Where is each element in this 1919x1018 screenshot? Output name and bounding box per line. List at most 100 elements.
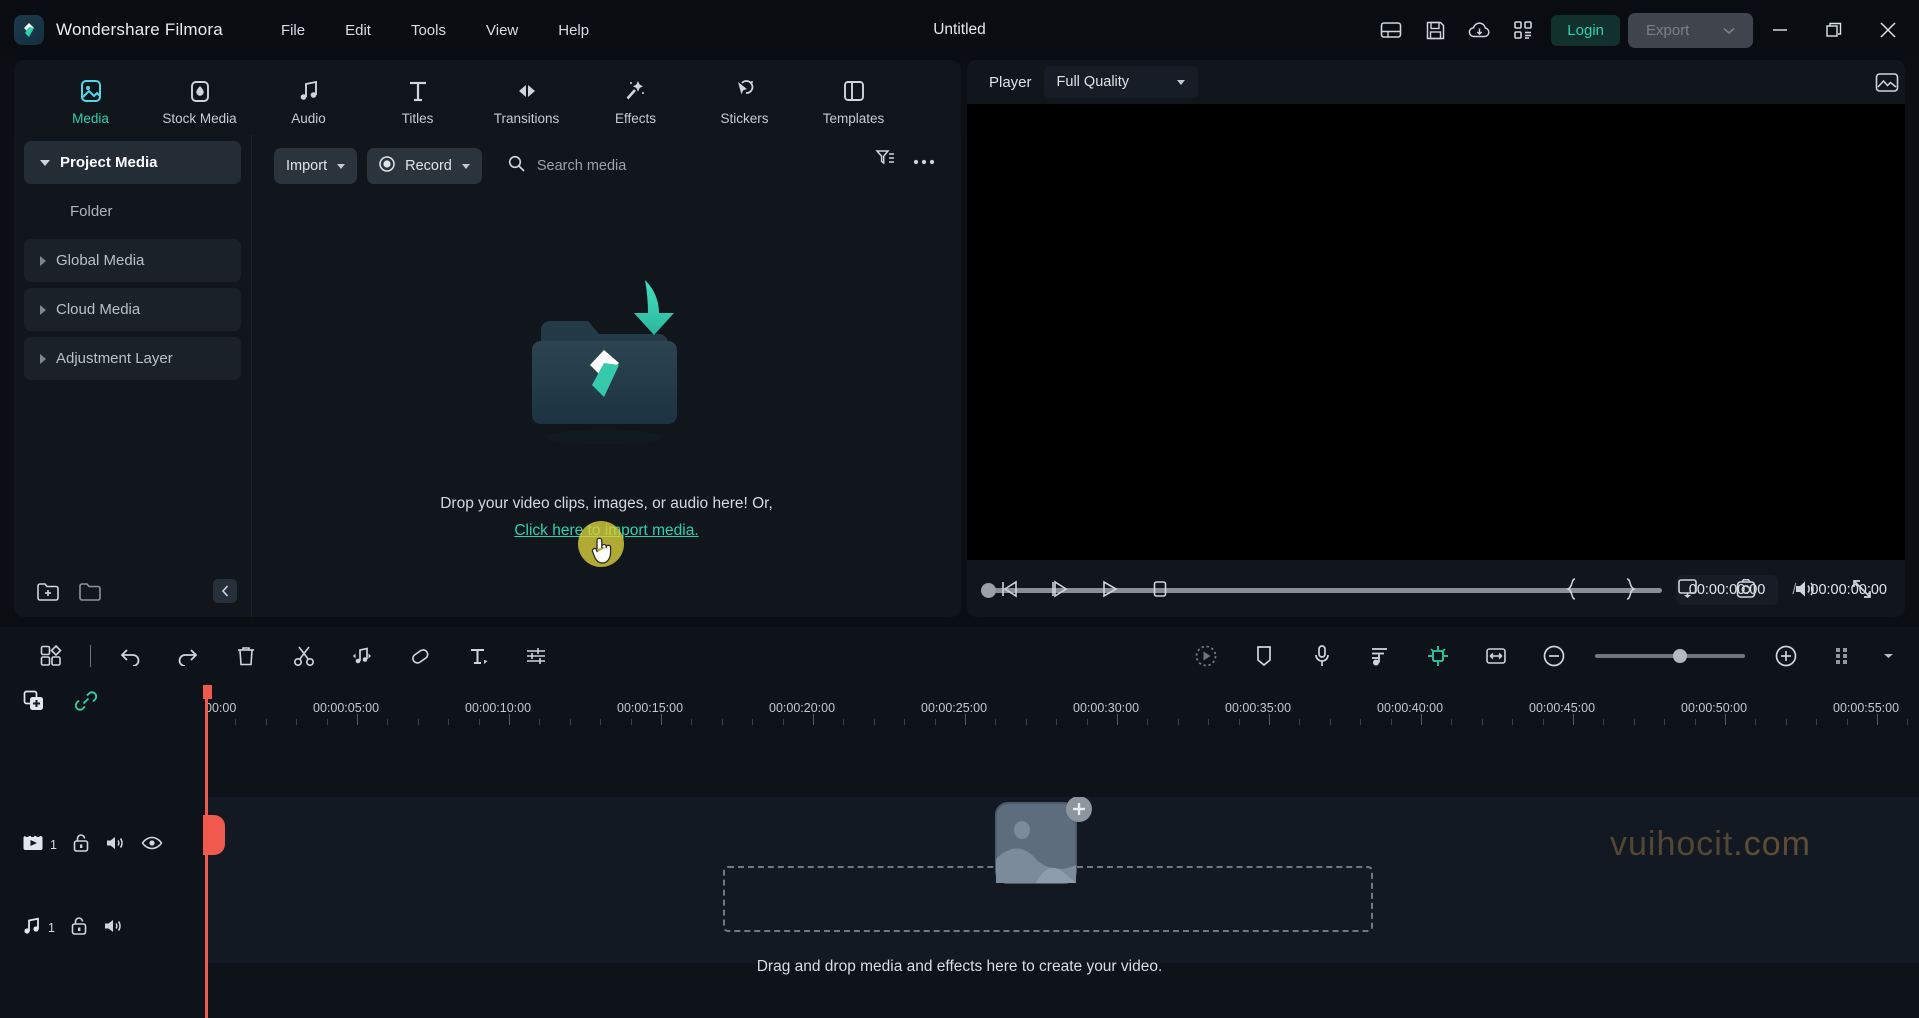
adjust-settings-icon[interactable]	[507, 634, 565, 678]
tab-media[interactable]: Media	[36, 69, 145, 126]
mark-out-icon[interactable]	[1605, 567, 1655, 611]
tab-templates[interactable]: Templates	[799, 69, 908, 126]
playhead-top	[203, 685, 212, 699]
redo-icon[interactable]	[159, 634, 217, 678]
tab-effects[interactable]: Effects	[581, 69, 690, 126]
tab-transitions[interactable]: Transitions	[472, 69, 581, 126]
new-folder-icon[interactable]	[36, 581, 60, 607]
sidebar-item-adjustment-layer[interactable]: Adjustment Layer	[24, 337, 241, 380]
menu-item-tools[interactable]: Tools	[391, 15, 466, 46]
timeline-ruler[interactable]: 00:00 00:00:05:00 00:00:10:00 00:00:15:0…	[205, 685, 1919, 725]
open-folder-icon[interactable]	[78, 581, 102, 607]
timeline-dropzone-message: Drag and drop media and effects here to …	[756, 958, 1163, 975]
menu-item-help[interactable]: Help	[538, 15, 609, 46]
timeline-layout-icon[interactable]	[22, 634, 80, 678]
zoom-out-icon[interactable]	[1525, 634, 1583, 678]
next-frame-icon[interactable]	[1035, 567, 1085, 611]
effects-wand-icon	[622, 75, 650, 105]
stickers-icon	[731, 75, 759, 105]
login-button[interactable]: Login	[1551, 14, 1620, 46]
media-dropzone[interactable]: Drop your video clips, images, or audio …	[252, 197, 961, 617]
sidebar-item-project-media[interactable]: Project Media	[24, 141, 241, 184]
record-circle-icon	[379, 156, 395, 176]
ruler-tick: 00:00:25:00	[921, 701, 988, 715]
video-stage[interactable]	[967, 104, 1905, 560]
close-icon[interactable]	[1861, 1, 1915, 59]
filter-icon[interactable]	[875, 149, 895, 172]
add-track-icon[interactable]	[22, 689, 46, 718]
voiceover-mic-icon[interactable]	[1293, 634, 1351, 678]
menu-item-edit[interactable]: Edit	[325, 15, 391, 46]
playhead-handle[interactable]	[203, 815, 225, 855]
templates-layout-icon	[840, 75, 868, 105]
sidebar-item-folder[interactable]: Folder	[24, 190, 241, 233]
ruler-mark	[1329, 719, 1331, 725]
fullscreen-icon[interactable]	[1837, 567, 1887, 611]
tab-audio[interactable]: Audio	[254, 69, 363, 126]
unlock-icon[interactable]	[71, 832, 91, 859]
sidebar-item-global-media[interactable]: Global Media	[24, 239, 241, 282]
save-icon[interactable]	[1413, 8, 1457, 52]
add-text-icon[interactable]	[449, 634, 507, 678]
music-note-icon	[295, 75, 323, 105]
ruler-tick: 00:00:50:00	[1681, 701, 1748, 715]
marker-tag-icon[interactable]	[391, 634, 449, 678]
library-sidebar: Project Media Folder Global Media Cloud …	[14, 135, 252, 617]
audio-detach-icon[interactable]	[333, 634, 391, 678]
mute-speaker-icon[interactable]	[103, 916, 125, 941]
collapse-sidebar-button[interactable]	[213, 579, 237, 603]
mute-speaker-icon[interactable]	[105, 833, 127, 858]
display-mode-icon[interactable]	[1663, 567, 1713, 611]
sidebar-item-cloud-media[interactable]: Cloud Media	[24, 288, 241, 331]
tab-titles[interactable]: Titles	[363, 69, 472, 126]
tab-stock-media[interactable]: Stock Media	[145, 69, 254, 126]
eye-visibility-icon[interactable]	[141, 835, 163, 856]
link-tracks-icon[interactable]	[74, 689, 99, 718]
grid-view-icon[interactable]	[1815, 634, 1873, 678]
apps-grid-icon[interactable]	[1501, 8, 1545, 52]
split-scissors-icon[interactable]	[275, 634, 333, 678]
search-input[interactable]: Search media	[508, 155, 626, 177]
more-horizontal-icon[interactable]	[913, 152, 935, 170]
keyframe-icon[interactable]	[1409, 634, 1467, 678]
unlock-icon[interactable]	[69, 915, 89, 942]
audio-track-icon[interactable]	[22, 916, 42, 941]
quality-dropdown[interactable]: Full Quality	[1043, 66, 1199, 98]
player-settings-icon[interactable]	[1875, 72, 1899, 99]
cloud-backup-icon[interactable]	[1457, 8, 1501, 52]
fit-timeline-icon[interactable]	[1467, 634, 1525, 678]
render-preview-icon[interactable]	[1177, 634, 1235, 678]
restore-icon[interactable]	[1807, 1, 1861, 59]
import-media-link[interactable]: Click here to import media.	[514, 522, 698, 540]
zoom-in-icon[interactable]	[1757, 634, 1815, 678]
dropdown-caret-icon[interactable]	[1873, 634, 1903, 678]
timeline-zoom-slider[interactable]	[1595, 649, 1745, 663]
play-icon[interactable]	[1085, 567, 1135, 611]
record-button[interactable]: Record	[367, 148, 482, 184]
ruler-tick: 00:00	[205, 701, 237, 715]
delete-icon[interactable]	[217, 634, 275, 678]
layout-panel-icon[interactable]	[1369, 8, 1413, 52]
volume-icon[interactable]	[1779, 567, 1829, 611]
ruler-mark	[1025, 719, 1027, 725]
marker-icon[interactable]	[1235, 634, 1293, 678]
stop-icon[interactable]	[1135, 567, 1185, 611]
video-track-icon[interactable]	[22, 833, 44, 858]
minimize-icon[interactable]	[1753, 1, 1807, 59]
undo-icon[interactable]	[101, 634, 159, 678]
import-button[interactable]: Import	[274, 148, 358, 184]
ruler-mark	[630, 719, 632, 725]
export-button[interactable]: Export	[1628, 12, 1753, 48]
ruler-mark	[1299, 719, 1301, 725]
prev-frame-icon[interactable]	[985, 567, 1035, 611]
ruler-mark	[1360, 719, 1362, 725]
zoom-slider-handle[interactable]	[1673, 649, 1687, 663]
ruler-mark	[265, 719, 267, 725]
mark-in-icon[interactable]	[1547, 567, 1597, 611]
menu-item-file[interactable]: File	[261, 15, 325, 46]
tab-stickers[interactable]: Stickers	[690, 69, 799, 126]
menu-item-view[interactable]: View	[466, 15, 538, 46]
audio-mixer-icon[interactable]	[1351, 634, 1409, 678]
snapshot-camera-icon[interactable]	[1721, 567, 1771, 611]
folder-import-illustration	[492, 275, 722, 475]
